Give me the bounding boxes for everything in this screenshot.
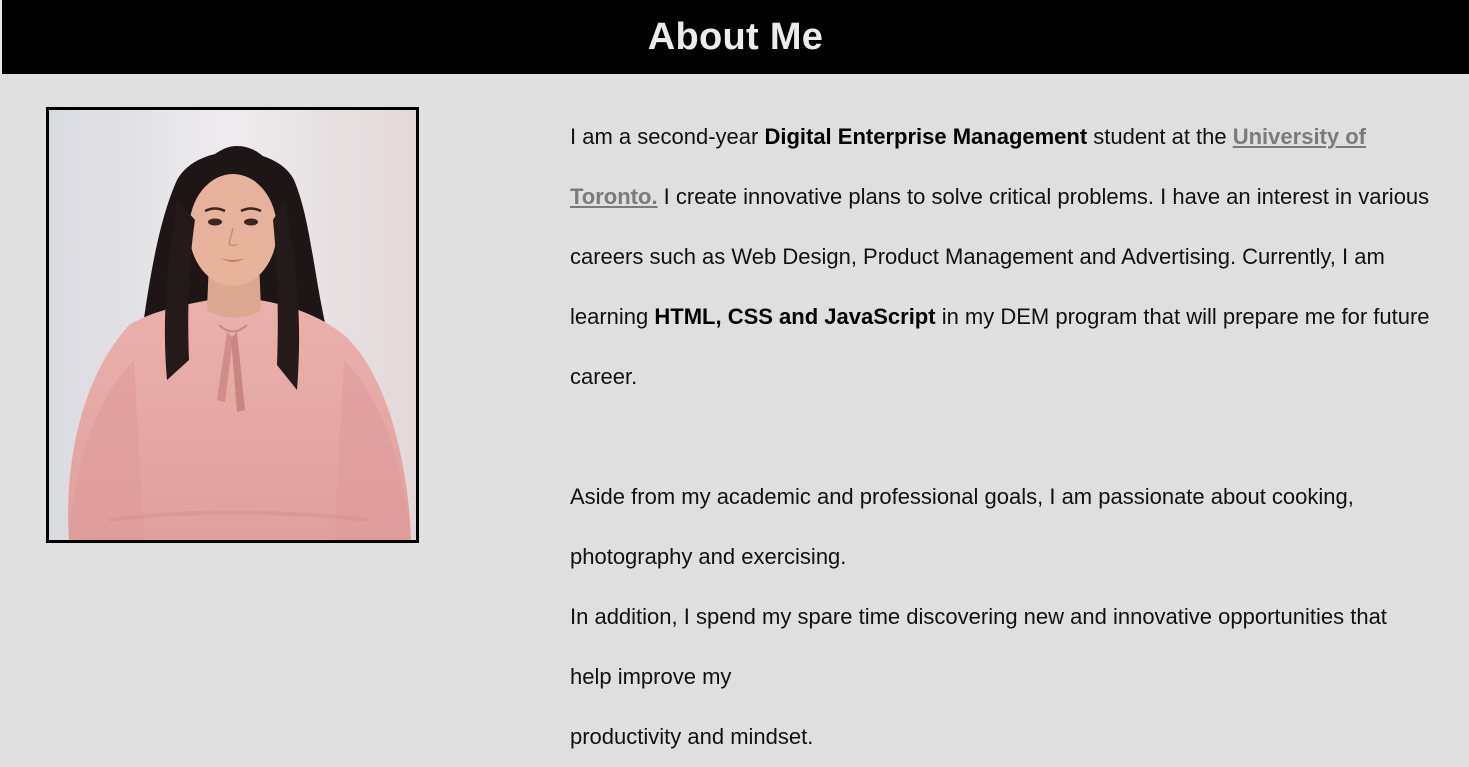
bio-paragraph-4: productivity and mindset. xyxy=(570,724,814,749)
bio-paragraph-1: I am a second-year Digital Enterprise Ma… xyxy=(570,107,1430,407)
bio-text-segment: student at the xyxy=(1087,124,1233,149)
bio-paragraph-2: Aside from my academic and professional … xyxy=(570,484,1354,569)
page-title: About Me xyxy=(647,15,824,58)
skills-highlight: HTML, CSS and JavaScript xyxy=(654,304,936,329)
page-header: About Me xyxy=(0,0,1469,74)
program-name: Digital Enterprise Management xyxy=(764,124,1088,149)
bio-text-segment: I am a second-year xyxy=(570,124,765,149)
bio-paragraph-3: In addition, I spend my spare time disco… xyxy=(570,604,1387,689)
bio-text: I am a second-year Digital Enterprise Ma… xyxy=(570,107,1430,767)
portrait-icon xyxy=(49,110,416,540)
profile-photo xyxy=(46,107,419,543)
